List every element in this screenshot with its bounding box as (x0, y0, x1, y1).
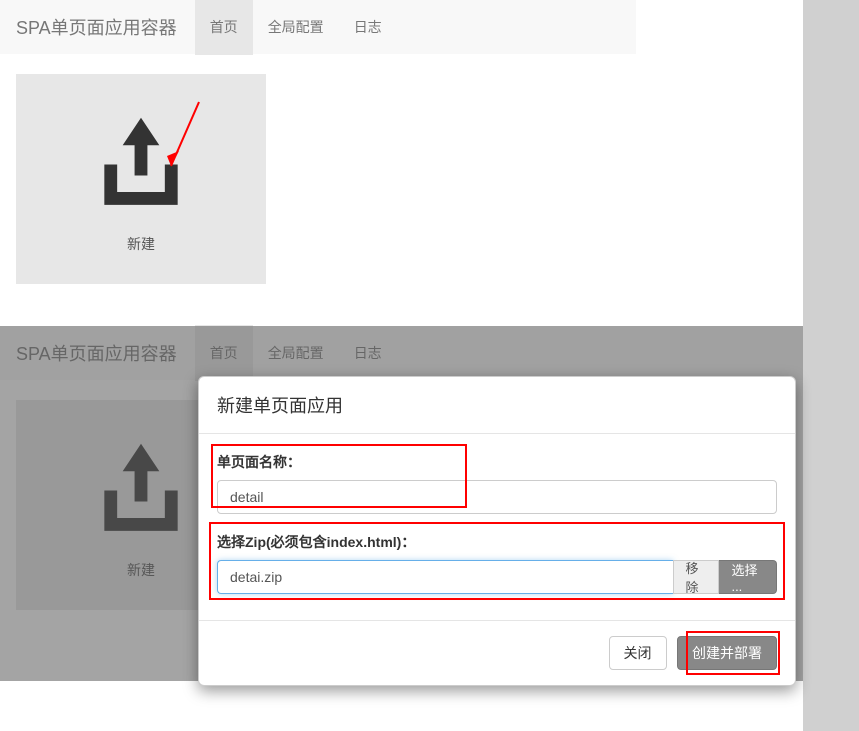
submit-button[interactable]: 创建并部署 (677, 636, 777, 670)
navbar: SPA单页面应用容器 首页 全局配置 日志 (0, 0, 636, 54)
zip-label: 选择Zip(必须包含index.html)： (217, 532, 777, 552)
name-label: 单页面名称： (217, 452, 777, 472)
content-area: 新建 (0, 54, 636, 314)
name-group: 单页面名称： (217, 452, 777, 514)
zip-group: 选择Zip(必须包含index.html)： 移除 选择 ... (217, 532, 777, 594)
modal-title: 新建单页面应用 (217, 392, 777, 418)
create-tile-label: 新建 (127, 234, 155, 254)
close-button[interactable]: 关闭 (609, 636, 667, 670)
zip-input-group: 移除 选择 ... (217, 560, 777, 594)
zip-input[interactable] (217, 560, 673, 594)
create-tile[interactable]: 新建 (16, 74, 266, 284)
nav-home[interactable]: 首页 (195, 0, 253, 55)
nav-logs[interactable]: 日志 (339, 0, 397, 55)
remove-button[interactable]: 移除 (673, 560, 720, 594)
name-input[interactable] (217, 480, 777, 514)
nav-config[interactable]: 全局配置 (253, 0, 339, 55)
choose-button[interactable]: 选择 ... (719, 560, 777, 594)
modal-header: 新建单页面应用 (199, 377, 795, 434)
right-gutter (803, 0, 859, 731)
create-modal: 新建单页面应用 单页面名称： 选择Zip(必须包含index.html)： 移除… (198, 376, 796, 686)
modal-footer: 关闭 创建并部署 (199, 620, 795, 685)
modal-body: 单页面名称： 选择Zip(必须包含index.html)： 移除 选择 ... (199, 434, 795, 620)
upload-icon (86, 104, 196, 214)
app-brand: SPA单页面应用容器 (16, 14, 177, 40)
